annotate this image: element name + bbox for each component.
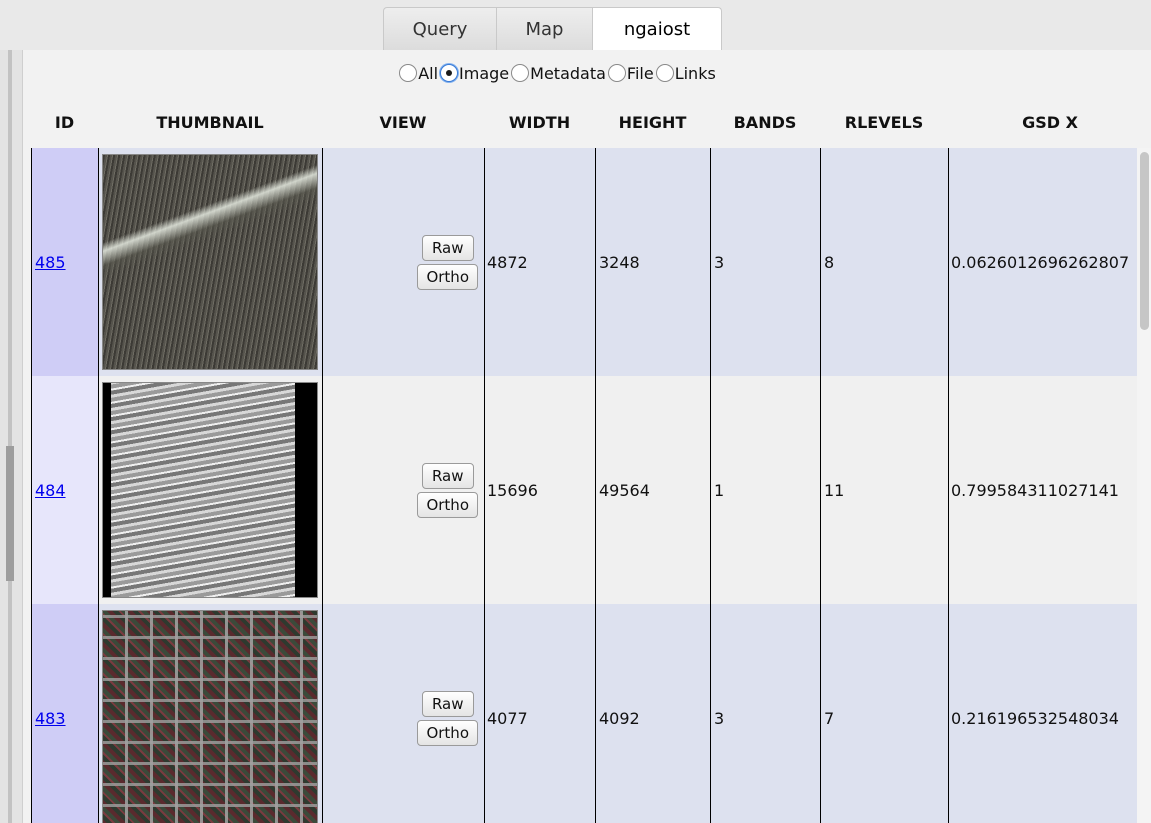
left-rail-edge xyxy=(8,50,12,823)
radio-image[interactable]: Image xyxy=(440,64,509,83)
tab-map[interactable]: Map xyxy=(497,7,593,50)
thumbnail-cell xyxy=(98,376,322,604)
column-header-height[interactable]: HEIGHT xyxy=(595,100,710,145)
width-cell: 4872 xyxy=(484,148,595,376)
radio-metadata[interactable]: Metadata xyxy=(511,64,606,83)
tab-bar: Query Map ngaiost xyxy=(383,7,722,50)
tab-query[interactable]: Query xyxy=(383,7,497,50)
view-cell: Raw Ortho xyxy=(322,148,484,376)
record-id-link[interactable]: 484 xyxy=(35,481,66,500)
id-cell: 484 xyxy=(31,376,98,604)
id-cell: 483 xyxy=(31,604,98,823)
radio-all-circle[interactable] xyxy=(399,64,418,82)
radio-image-label: Image xyxy=(459,63,510,83)
record-id-link[interactable]: 485 xyxy=(35,253,66,272)
radio-links-circle[interactable] xyxy=(655,64,674,82)
radio-all-label: All xyxy=(418,63,439,83)
rlevels-cell: 11 xyxy=(820,376,948,604)
radio-file-label: File xyxy=(626,63,654,83)
thumbnail-image[interactable] xyxy=(102,154,318,370)
rlevels-cell: 7 xyxy=(820,604,948,823)
ortho-button[interactable]: Ortho xyxy=(417,491,478,518)
thumbnail-cell xyxy=(98,604,322,823)
radio-image-circle[interactable] xyxy=(440,64,459,82)
view-cell: Raw Ortho xyxy=(322,604,484,823)
radio-links[interactable]: Links xyxy=(655,63,716,83)
view-cell: Raw Ortho xyxy=(322,376,484,604)
raw-button[interactable]: Raw xyxy=(421,462,474,489)
radio-links-label: Links xyxy=(674,63,716,83)
id-cell: 485 xyxy=(31,148,98,376)
thumbnail-image[interactable] xyxy=(102,610,318,823)
results-panel: All Image Metadata File Links ID THUMBNA… xyxy=(22,50,1151,823)
gsd-x-cell: 0.799584311027141 xyxy=(948,376,1151,604)
width-cell: 15696 xyxy=(484,376,595,604)
rlevels-cell: 8 xyxy=(820,148,948,376)
record-id-link[interactable]: 483 xyxy=(35,709,66,728)
column-header-bands[interactable]: BANDS xyxy=(710,100,820,145)
table-scroll-thumb[interactable] xyxy=(1140,152,1149,330)
thumbnail-cell xyxy=(98,148,322,376)
ortho-button[interactable]: Ortho xyxy=(417,719,478,746)
column-header-id[interactable]: ID xyxy=(31,100,98,145)
height-cell: 49564 xyxy=(595,376,710,604)
height-cell: 4092 xyxy=(595,604,710,823)
width-cell: 4077 xyxy=(484,604,595,823)
table-scrollbar[interactable] xyxy=(1137,148,1151,823)
radio-file-circle[interactable] xyxy=(607,64,626,82)
raw-button[interactable]: Raw xyxy=(421,234,474,261)
table-row: 483 Raw Ortho 4077 4092 3 7 0.2161965325… xyxy=(31,604,1151,823)
radio-all[interactable]: All xyxy=(399,64,438,83)
column-header-thumbnail[interactable]: THUMBNAIL xyxy=(98,100,322,145)
gsd-x-cell: 0.0626012696262807 xyxy=(948,148,1151,376)
bands-cell: 1 xyxy=(710,376,820,604)
bands-cell: 3 xyxy=(710,148,820,376)
height-cell: 3248 xyxy=(595,148,710,376)
column-header-view[interactable]: VIEW xyxy=(322,100,484,145)
raw-button[interactable]: Raw xyxy=(421,690,474,717)
tab-ngaiost[interactable]: ngaiost xyxy=(593,7,722,50)
column-header-gsd-x[interactable]: GSD X xyxy=(948,100,1151,145)
table-row: 484 Raw Ortho 15696 49564 1 11 0.7995843… xyxy=(31,376,1151,604)
table-row: 485 Raw Ortho 4872 3248 3 8 0.0626012696… xyxy=(31,148,1151,376)
radio-file[interactable]: File xyxy=(607,63,654,83)
radio-metadata-label: Metadata xyxy=(530,63,606,83)
ortho-button[interactable]: Ortho xyxy=(417,263,478,290)
thumbnail-image[interactable] xyxy=(102,382,318,598)
top-bar: Query Map ngaiost xyxy=(0,0,1151,50)
gsd-x-cell: 0.216196532548034 xyxy=(948,604,1151,823)
view-mode-radio-group: All Image Metadata File Links xyxy=(23,60,1122,86)
left-scroll-thumb[interactable] xyxy=(6,446,14,581)
column-header-width[interactable]: WIDTH xyxy=(484,100,595,145)
bands-cell: 3 xyxy=(710,604,820,823)
results-table-body: 485 Raw Ortho 4872 3248 3 8 0.0626012696… xyxy=(31,148,1151,823)
column-header-rlevels[interactable]: RLEVELS xyxy=(820,100,948,145)
radio-metadata-circle[interactable] xyxy=(511,64,530,82)
left-scroll-rail xyxy=(0,50,22,823)
